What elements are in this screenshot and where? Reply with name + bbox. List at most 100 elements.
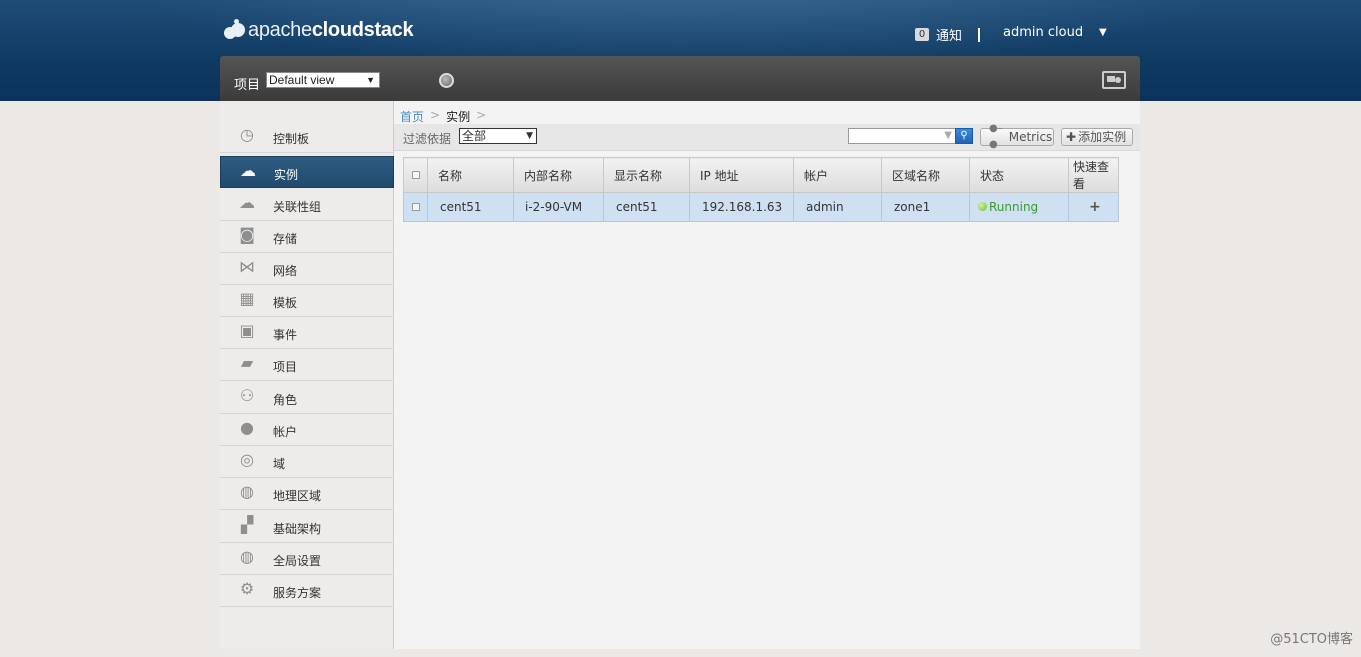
select-all-checkbox[interactable]	[411, 171, 420, 179]
sidebar-item-events[interactable]: ▣ 事件	[220, 317, 394, 349]
roles-icon: ⚇	[239, 386, 255, 405]
column-header-ip-address[interactable]: IP 地址	[689, 157, 794, 193]
row-checkbox[interactable]	[411, 203, 420, 211]
sidebar-item-network[interactable]: ⋈ 网络	[220, 253, 394, 285]
sidebar-item-instances[interactable]: ☁ 实例	[220, 156, 394, 188]
search-input[interactable]: ▼	[848, 128, 956, 144]
sidebar-item-dashboard[interactable]: ◷ 控制板	[220, 121, 394, 153]
metrics-label: Metrics	[1008, 130, 1053, 144]
card-icon[interactable]	[1102, 71, 1126, 89]
column-header-internal-name[interactable]: 内部名称	[513, 157, 604, 193]
table-header-row: 名称 内部名称 显示名称 IP 地址 帐户 区域名称 状态 快速查看	[403, 157, 1119, 193]
cell-name[interactable]: cent51	[427, 192, 514, 222]
project-label: 项目	[234, 78, 261, 93]
column-header-state[interactable]: 状态	[969, 157, 1069, 193]
sidebar-item-label: 帐户	[273, 425, 298, 439]
cell-ip-address: 192.168.1.63	[689, 192, 794, 222]
quickview-plus-icon[interactable]: +	[1081, 199, 1101, 215]
header-divider	[978, 28, 980, 42]
metrics-button[interactable]: ●–● Metrics	[980, 123, 1054, 150]
running-status-icon	[978, 202, 987, 212]
sidebar-item-global-settings[interactable]: ◍ 全局设置	[220, 543, 394, 575]
search-dropdown-icon[interactable]: ▼	[944, 130, 952, 141]
column-header-name[interactable]: 名称	[427, 157, 514, 193]
cell-quickview[interactable]: +	[1068, 192, 1119, 222]
sidebar-item-storage[interactable]: ◙ 存储	[220, 221, 394, 253]
project-view-select[interactable]: Default view ▼	[266, 72, 380, 88]
instances-table: 名称 内部名称 显示名称 IP 地址 帐户 区域名称 状态 快速查看 cent5…	[403, 157, 1119, 222]
breadcrumb-separator: >	[430, 108, 441, 122]
search-icon: ⚲	[960, 130, 968, 141]
globe-icon[interactable]	[439, 73, 454, 88]
user-menu-name[interactable]: admin cloud	[1003, 25, 1083, 40]
select-all-checkbox-cell[interactable]	[403, 157, 428, 193]
sidebar-item-regions[interactable]: ◍ 地理区域	[220, 478, 394, 510]
filter-value: 全部	[462, 129, 487, 143]
sidebar-item-label: 项目	[273, 360, 298, 374]
breadcrumb: 首页 > 实例 >	[400, 108, 486, 125]
column-header-quickview: 快速查看	[1068, 157, 1119, 193]
dashboard-icon: ◷	[240, 125, 254, 144]
sidebar-item-infrastructure[interactable]: ▞ 基础架构	[220, 511, 394, 543]
column-header-display-name[interactable]: 显示名称	[603, 157, 690, 193]
sidebar: ◷ 控制板 ☁ 实例 ☁ 关联性组 ◙ 存储 ⋈ 网络 ▦ 模板 ▣ 事件 ▰ …	[220, 101, 394, 649]
sidebar-item-label: 网络	[273, 264, 298, 278]
list-toolbar: 过滤依据 全部 ▼ ▼ ⚲ ●–● Metrics ✚ 添加实例	[394, 123, 1140, 151]
apache-cloudstack-logo[interactable]: apachecloudstack	[222, 16, 414, 44]
filter-select[interactable]: 全部 ▼	[459, 128, 537, 144]
add-instance-button[interactable]: ✚ 添加实例	[1061, 128, 1133, 146]
cell-internal-name: i-2-90-VM	[513, 192, 604, 222]
metrics-icon: ●–●	[989, 123, 1003, 150]
row-checkbox-cell[interactable]	[403, 192, 428, 222]
sidebar-item-label: 实例	[274, 168, 299, 182]
column-header-account[interactable]: 帐户	[793, 157, 882, 193]
breadcrumb-separator: >	[476, 108, 487, 122]
sidebar-item-label: 域	[273, 457, 286, 471]
add-instance-label: 添加实例	[1078, 130, 1127, 144]
column-header-zone[interactable]: 区域名称	[881, 157, 970, 193]
sidebar-item-label: 模板	[273, 296, 298, 310]
sidebar-item-accounts[interactable]: ● 帐户	[220, 414, 394, 446]
project-bar: 项目 Default view ▼	[220, 56, 1140, 101]
sidebar-item-label: 事件	[273, 328, 298, 342]
table-row[interactable]: cent51 i-2-90-VM cent51 192.168.1.63 adm…	[403, 192, 1119, 222]
sidebar-item-label: 关联性组	[273, 200, 322, 214]
search-button[interactable]: ⚲	[955, 128, 973, 144]
cell-account: admin	[793, 192, 882, 222]
sidebar-item-roles[interactable]: ⚇ 角色	[220, 382, 394, 414]
sidebar-item-affinity-groups[interactable]: ☁ 关联性组	[220, 189, 394, 221]
breadcrumb-current[interactable]: 实例	[446, 108, 470, 125]
sidebar-item-label: 基础架构	[273, 522, 322, 536]
sidebar-item-label: 控制板	[273, 132, 310, 146]
logo-text: apachecloudstack	[248, 18, 414, 41]
notifications-label: 通知	[936, 29, 963, 44]
project-view-value: Default view	[269, 73, 335, 87]
sidebar-item-label: 存储	[273, 232, 298, 246]
main-content: 首页 > 实例 > 过滤依据 全部 ▼ ▼ ⚲ ●–● Metrics ✚ 添加…	[394, 101, 1140, 649]
sidebar-item-projects[interactable]: ▰ 项目	[220, 349, 394, 381]
sidebar-item-domains[interactable]: ◎ 域	[220, 446, 394, 478]
watermark-text: @51CTO博客	[1270, 632, 1353, 647]
user-icon: ●	[240, 418, 254, 437]
gear-icon: ⚙	[239, 579, 255, 598]
cell-zone: zone1	[881, 192, 970, 222]
status-badge: Running	[978, 199, 1039, 214]
chevron-down-icon: ▼	[366, 75, 375, 85]
sidebar-item-label: 全局设置	[273, 554, 322, 568]
cell-display-name: cent51	[603, 192, 690, 222]
notifications-button[interactable]: 0 通知	[915, 25, 962, 44]
sidebar-item-label: 地理区域	[273, 489, 322, 503]
network-icon: ⋈	[239, 257, 255, 276]
sidebar-item-templates[interactable]: ▦ 模板	[220, 285, 394, 317]
sidebar-item-service-offerings[interactable]: ⚙ 服务方案	[220, 575, 394, 607]
breadcrumb-home-link[interactable]: 首页	[400, 108, 424, 125]
affinity-icon: ☁	[239, 193, 255, 212]
sidebar-item-label: 角色	[273, 393, 298, 407]
state-label: Running	[989, 199, 1039, 214]
folder-icon: ▰	[240, 353, 254, 372]
domain-icon: ◎	[240, 450, 254, 469]
cloud-logo-icon	[222, 19, 246, 41]
storage-icon: ◙	[239, 225, 255, 244]
chevron-down-icon: ▼	[526, 131, 533, 141]
user-menu-caret-icon[interactable]: ▼	[1099, 27, 1107, 38]
